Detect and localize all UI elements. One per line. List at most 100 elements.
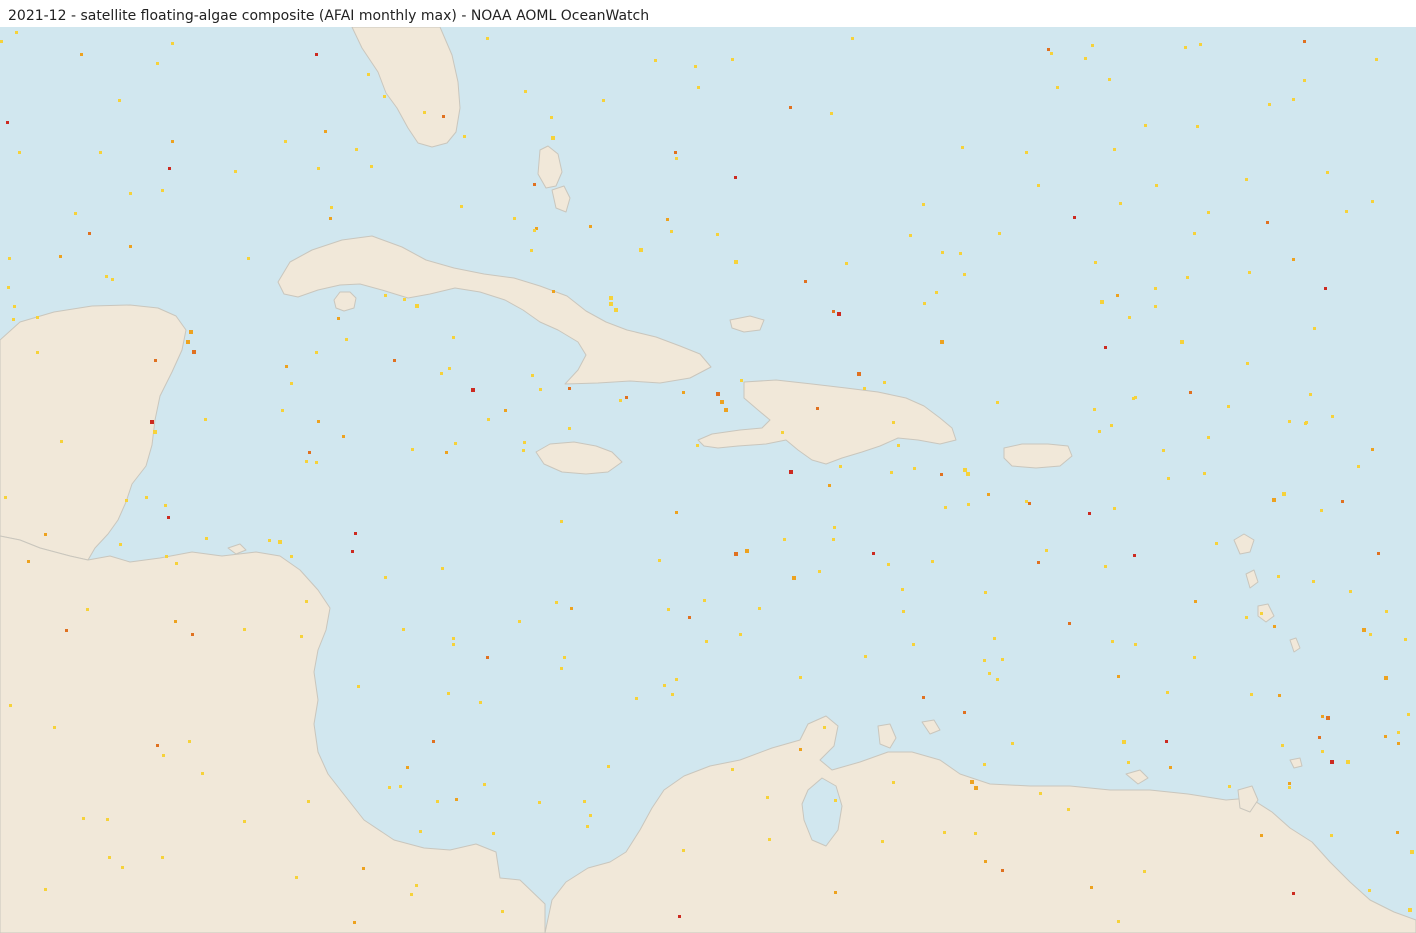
algae-pixel xyxy=(1396,831,1399,834)
algae-pixel xyxy=(988,672,991,675)
algae-pixel xyxy=(471,388,475,392)
algae-pixel xyxy=(1166,691,1169,694)
algae-pixel xyxy=(792,576,796,580)
algae-pixel xyxy=(967,503,970,506)
algae-pixel xyxy=(533,183,536,186)
algae-pixel xyxy=(892,421,895,424)
algae-pixel xyxy=(452,637,455,640)
algae-pixel xyxy=(1260,612,1263,615)
algae-pixel xyxy=(589,814,592,817)
algae-pixel xyxy=(1193,656,1196,659)
algae-pixel xyxy=(165,555,168,558)
algae-pixel xyxy=(1025,151,1028,154)
algae-pixel xyxy=(192,350,196,354)
algae-pixel xyxy=(1288,786,1291,789)
algae-pixel xyxy=(1068,622,1071,625)
algae-pixel xyxy=(1193,232,1196,235)
algae-pixel xyxy=(538,801,541,804)
algae-pixel xyxy=(745,549,749,553)
algae-pixel xyxy=(864,655,867,658)
algae-pixel xyxy=(1245,178,1248,181)
algae-pixel xyxy=(1407,713,1410,716)
algae-pixel xyxy=(167,516,170,519)
algae-pixel xyxy=(658,559,661,562)
algae-pixel xyxy=(568,387,571,390)
algae-pixel xyxy=(278,540,282,544)
algae-pixel xyxy=(1037,184,1040,187)
map-title: 2021-12 - satellite floating-algae compo… xyxy=(8,8,650,24)
algae-pixel xyxy=(887,563,890,566)
algae-pixel xyxy=(913,467,916,470)
algae-pixel xyxy=(1050,52,1053,55)
algae-pixel xyxy=(337,317,340,320)
algae-pixel xyxy=(902,610,905,613)
algae-pixel xyxy=(384,294,387,297)
algae-pixel xyxy=(935,291,938,294)
algae-pixel xyxy=(82,817,85,820)
algae-pixel xyxy=(1385,610,1388,613)
algae-pixel xyxy=(154,359,157,362)
algae-pixel xyxy=(670,230,673,233)
algae-pixel xyxy=(1088,512,1091,515)
algae-pixel xyxy=(447,692,450,695)
algae-pixel xyxy=(816,407,819,410)
algae-pixel xyxy=(1321,750,1324,753)
algae-pixel xyxy=(74,212,77,215)
algae-pixel xyxy=(188,740,191,743)
algae-pixel xyxy=(4,496,7,499)
algae-pixel xyxy=(682,849,685,852)
algae-pixel xyxy=(834,799,837,802)
algae-pixel xyxy=(663,684,666,687)
algae-pixel xyxy=(583,800,586,803)
algae-pixel xyxy=(1260,834,1263,837)
algae-pixel xyxy=(734,176,737,179)
algae-pixel xyxy=(881,840,884,843)
algae-pixel xyxy=(740,379,743,382)
algae-pixel xyxy=(602,99,605,102)
algae-pixel xyxy=(1346,760,1350,764)
algae-pixel xyxy=(285,365,288,368)
algae-pixel xyxy=(834,891,837,894)
algae-pixel xyxy=(415,304,419,308)
algae-pixel xyxy=(445,451,448,454)
algae-pixel xyxy=(442,115,445,118)
algae-pixel xyxy=(974,786,978,790)
algae-pixel xyxy=(290,382,293,385)
algae-pixel xyxy=(768,838,771,841)
algae-pixel xyxy=(1207,436,1210,439)
algae-pixel xyxy=(234,170,237,173)
algae-pixel xyxy=(552,290,555,293)
algae-pixel xyxy=(688,616,691,619)
algae-pixel xyxy=(1345,210,1348,213)
algae-pixel xyxy=(1056,86,1059,89)
algae-pixel xyxy=(419,830,422,833)
algae-pixel xyxy=(931,560,934,563)
algae-pixel xyxy=(550,116,553,119)
algae-pixel xyxy=(1288,420,1291,423)
map-svg[interactable] xyxy=(0,27,1416,933)
algae-pixel xyxy=(1144,124,1147,127)
algae-pixel xyxy=(1371,448,1374,451)
algae-pixel xyxy=(675,157,678,160)
algae-pixel xyxy=(1303,40,1306,43)
algae-pixel xyxy=(513,217,516,220)
algae-pixel xyxy=(1369,633,1372,636)
algae-pixel xyxy=(731,58,734,61)
algae-pixel xyxy=(415,884,418,887)
algae-pixel xyxy=(1268,103,1271,106)
algae-pixel xyxy=(156,62,159,65)
algae-pixel xyxy=(189,330,193,334)
algae-pixel xyxy=(27,560,30,563)
algae-pixel xyxy=(492,832,495,835)
algae-pixel xyxy=(1110,424,1113,427)
algae-pixel xyxy=(1117,675,1120,678)
algae-pixel xyxy=(783,538,786,541)
algae-pixel xyxy=(524,90,527,93)
algae-pixel xyxy=(1281,744,1284,747)
algae-pixel xyxy=(1167,477,1170,480)
map-canvas[interactable] xyxy=(0,27,1416,933)
algae-pixel xyxy=(268,539,271,542)
algae-pixel xyxy=(315,351,318,354)
algae-pixel xyxy=(1108,78,1111,81)
algae-pixel xyxy=(539,388,542,391)
